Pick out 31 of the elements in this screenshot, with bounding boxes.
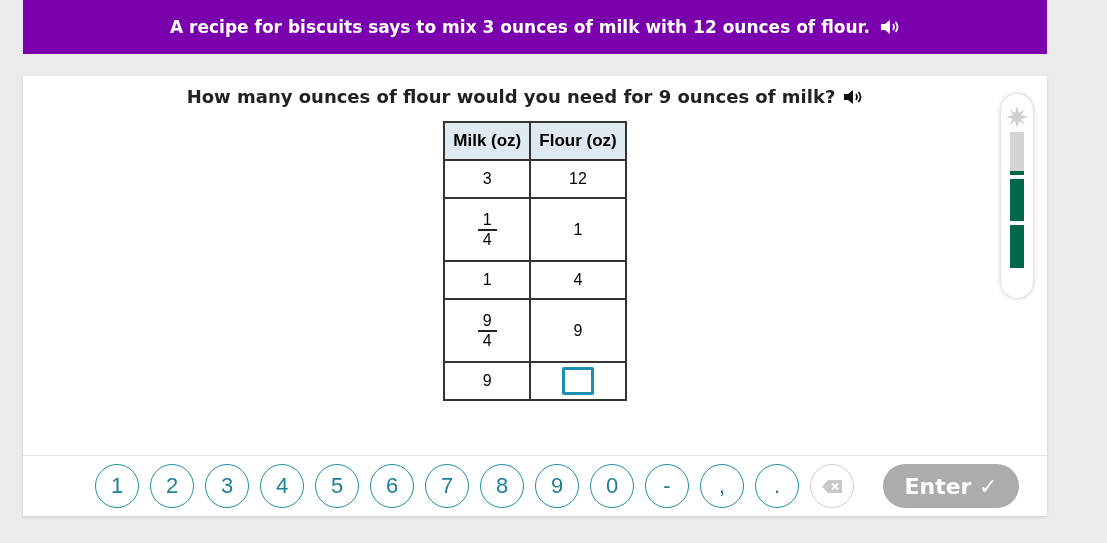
keypad-key[interactable]: 8 xyxy=(480,464,524,508)
banner-text: A recipe for biscuits says to mix 3 ounces of milk with 12 ounces of flour. xyxy=(170,17,870,37)
keypad-key[interactable]: 9 xyxy=(535,464,579,508)
question-text: How many ounces of flour would you need for 9 ounces of milk? xyxy=(186,86,836,107)
backspace-icon xyxy=(822,479,842,493)
column-header: Flour (oz) xyxy=(530,122,626,160)
table-cell: 1 xyxy=(530,198,626,261)
table-cell: 1 xyxy=(444,261,531,299)
keypad-key[interactable]: 0 xyxy=(590,464,634,508)
keypad-key[interactable]: 4 xyxy=(260,464,304,508)
keypad-key[interactable]: , xyxy=(700,464,744,508)
keypad-key[interactable]: 1 xyxy=(95,464,139,508)
star-icon xyxy=(1006,106,1028,128)
table-cell: 3 xyxy=(444,160,531,198)
keypad-key[interactable]: 6 xyxy=(370,464,414,508)
speaker-icon[interactable] xyxy=(843,88,864,105)
keypad-key[interactable]: 7 xyxy=(425,464,469,508)
keypad-key[interactable]: 2 xyxy=(150,464,194,508)
keypad-key[interactable]: . xyxy=(755,464,799,508)
column-header: Milk (oz) xyxy=(444,122,531,160)
fraction: 9 4 xyxy=(477,311,497,350)
keypad-key[interactable]: - xyxy=(645,464,689,508)
table-cell: 12 xyxy=(530,160,626,198)
table-cell: 9 xyxy=(530,299,626,362)
speaker-icon[interactable] xyxy=(879,19,900,35)
keypad-key[interactable]: 3 xyxy=(205,464,249,508)
fraction: 1 4 xyxy=(477,210,497,249)
table-cell: 4 xyxy=(530,261,626,299)
answer-box[interactable] xyxy=(562,367,594,395)
table-cell: 9 xyxy=(444,362,531,400)
keypad-key[interactable]: 5 xyxy=(315,464,359,508)
